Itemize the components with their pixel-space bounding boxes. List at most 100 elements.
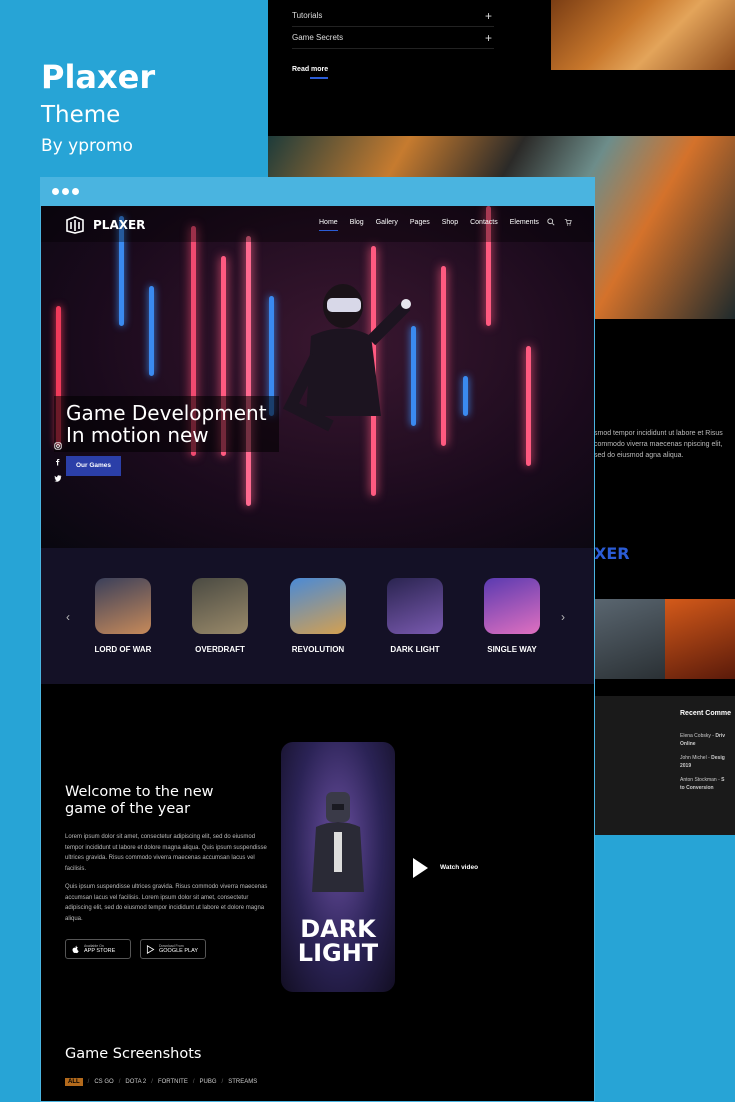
comment-item[interactable]: Anton Stockman - Sto Conversion bbox=[680, 776, 724, 792]
window-dot-icon bbox=[62, 188, 69, 195]
game-thumb bbox=[484, 578, 540, 634]
search-icon[interactable] bbox=[547, 218, 555, 226]
brand-block: Plaxer Theme By ypromo bbox=[41, 58, 155, 156]
apple-icon bbox=[72, 945, 79, 953]
hero-title: Game Development In motion new bbox=[54, 396, 279, 452]
games-carousel: ‹ › LORD OF WAR OVERDRAFT REVOLUTION DAR… bbox=[41, 548, 594, 684]
facebook-icon[interactable] bbox=[54, 458, 62, 466]
comment-author: Anton Stockman bbox=[680, 777, 717, 783]
game-card[interactable]: SINGLE WAY bbox=[483, 578, 541, 654]
store-text: Download From GOOGLE PLAY bbox=[159, 944, 198, 954]
filter-fortnite[interactable]: FORTNITE bbox=[158, 1079, 188, 1085]
comment-topic: S bbox=[721, 777, 725, 783]
light-beam bbox=[526, 346, 531, 466]
accordion-tutorials[interactable]: Tutorials + bbox=[292, 5, 494, 27]
cart-icon[interactable] bbox=[564, 218, 572, 226]
game-card[interactable]: DARK LIGHT bbox=[386, 578, 444, 654]
nav-item-shop[interactable]: Shop bbox=[442, 219, 458, 231]
game-title: SINGLE WAY bbox=[487, 645, 537, 654]
watch-video-link[interactable]: Watch video bbox=[440, 864, 478, 871]
hero-section: PLAXER Home Blog Gallery Pages Shop Cont… bbox=[41, 206, 594, 548]
comment-topic-line2: to Conversion bbox=[680, 785, 714, 791]
window-dot-icon bbox=[52, 188, 59, 195]
game-title: REVOLUTION bbox=[291, 645, 345, 654]
brand-theme: Theme bbox=[41, 102, 121, 128]
filter-separator: / bbox=[192, 1079, 195, 1085]
carousel-prev-icon[interactable]: ‹ bbox=[66, 610, 70, 624]
screenshot-filters: ALL / CS GO / DOTA 2 / FORTNITE / PUBG /… bbox=[65, 1078, 257, 1086]
game-title: OVERDRAFT bbox=[195, 645, 245, 654]
nav-item-blog[interactable]: Blog bbox=[350, 219, 364, 231]
filter-streams[interactable]: STREAMS bbox=[228, 1079, 257, 1085]
nav-item-elements[interactable]: Elements bbox=[510, 219, 539, 231]
filter-separator: / bbox=[118, 1079, 121, 1085]
game-thumb bbox=[192, 578, 248, 634]
accordion-label: Tutorials bbox=[292, 11, 323, 20]
welcome-section: Welcome to the new game of the year Lore… bbox=[41, 684, 594, 1054]
logo-text: PLAXER bbox=[93, 218, 146, 232]
comment-item[interactable]: Elena Cobsky - Driv Online bbox=[680, 732, 725, 748]
vr-person-figure bbox=[282, 284, 411, 432]
app-store-button[interactable]: Available On APP STORE bbox=[65, 939, 131, 959]
main-navbar: PLAXER Home Blog Gallery Pages Shop Cont… bbox=[41, 206, 594, 242]
nav-menu: Home Blog Gallery Pages Shop Contacts El… bbox=[319, 219, 539, 231]
logo-icon bbox=[66, 216, 84, 234]
comment-author: Elena Cobsky bbox=[680, 733, 711, 739]
google-play-icon bbox=[146, 944, 155, 954]
game-card[interactable]: OVERDRAFT bbox=[191, 578, 249, 654]
recent-comments-heading: Recent Comme bbox=[680, 710, 731, 717]
game-thumb bbox=[387, 578, 443, 634]
front-browser-window: PLAXER Home Blog Gallery Pages Shop Cont… bbox=[40, 177, 595, 1102]
accordion-game-secrets[interactable]: Game Secrets + bbox=[292, 27, 494, 49]
light-beam bbox=[441, 266, 446, 446]
filter-dota2[interactable]: DOTA 2 bbox=[125, 1079, 146, 1085]
back-text: smod tempor incididunt ut labore et Risu… bbox=[594, 430, 723, 459]
filter-separator: / bbox=[151, 1079, 153, 1085]
light-beam bbox=[463, 376, 468, 416]
filter-all[interactable]: ALL bbox=[65, 1078, 83, 1086]
game-thumb bbox=[290, 578, 346, 634]
brand-author: By ypromo bbox=[41, 136, 133, 156]
brand-name: Plaxer bbox=[41, 58, 156, 96]
nav-item-contacts[interactable]: Contacts bbox=[470, 219, 498, 231]
game-thumb bbox=[95, 578, 151, 634]
window-titlebar bbox=[41, 178, 594, 206]
comment-item[interactable]: John Michel - Desig 2019 bbox=[680, 754, 725, 770]
comment-topic: Desig bbox=[711, 755, 725, 761]
instagram-icon[interactable] bbox=[54, 442, 62, 450]
light-beam bbox=[246, 236, 251, 506]
comment-topic-line2: Online bbox=[680, 741, 696, 747]
store-big-text: GOOGLE PLAY bbox=[159, 948, 199, 954]
nav-item-gallery[interactable]: Gallery bbox=[376, 219, 398, 231]
game-title: DARK LIGHT bbox=[390, 645, 440, 654]
carousel-next-icon[interactable]: › bbox=[561, 610, 565, 624]
back-logo: XER bbox=[594, 544, 630, 563]
store-big-text: APP STORE bbox=[84, 948, 116, 954]
nav-item-home[interactable]: Home bbox=[319, 219, 338, 231]
back-footer: Recent Comme Elena Cobsky - Driv Online J… bbox=[594, 696, 735, 835]
read-more-link[interactable]: Read more bbox=[292, 66, 328, 79]
robot-figure bbox=[312, 792, 364, 892]
filter-separator: / bbox=[87, 1079, 90, 1085]
welcome-paragraph-2: Quis ipsum suspendisse ultrices gravida.… bbox=[65, 884, 268, 922]
comment-topic: Driv bbox=[715, 733, 726, 739]
light-beam bbox=[149, 286, 154, 376]
desert-image bbox=[551, 0, 735, 70]
nav-item-pages[interactable]: Pages bbox=[410, 219, 430, 231]
filter-csgo[interactable]: CS GO bbox=[94, 1079, 113, 1085]
site-logo[interactable]: PLAXER bbox=[65, 216, 145, 234]
thumb-image bbox=[664, 599, 735, 679]
welcome-paragraph-1: Lorem ipsum dolor sit amet, consectetur … bbox=[65, 834, 267, 872]
filter-pubg[interactable]: PUBG bbox=[200, 1079, 217, 1085]
play-icon[interactable] bbox=[413, 858, 428, 878]
phone-mockup: DARK LIGHT bbox=[281, 742, 395, 992]
game-card[interactable]: LORD OF WAR bbox=[94, 578, 152, 654]
google-play-button[interactable]: Download From GOOGLE PLAY bbox=[140, 939, 206, 959]
game-title: LORD OF WAR bbox=[94, 645, 152, 654]
comment-author: John Michel bbox=[680, 755, 707, 761]
twitter-icon[interactable] bbox=[54, 474, 62, 482]
comment-topic-line2: 2019 bbox=[680, 763, 692, 769]
thumb-image bbox=[594, 599, 665, 679]
our-games-button[interactable]: Our Games bbox=[66, 456, 121, 476]
game-card[interactable]: REVOLUTION bbox=[289, 578, 347, 654]
